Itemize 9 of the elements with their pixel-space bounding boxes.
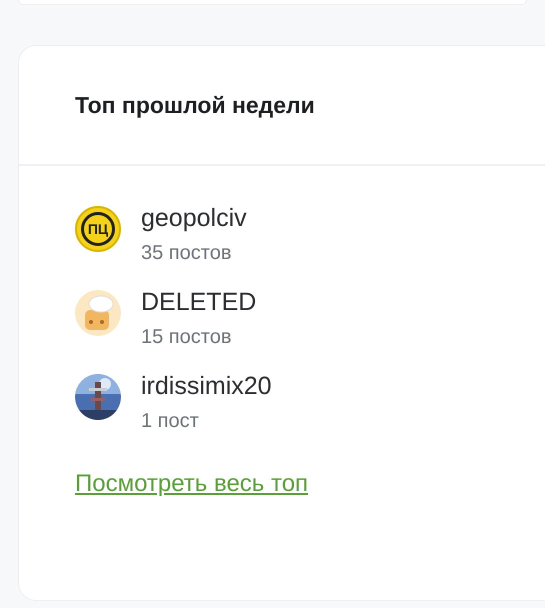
toaster-icon (75, 290, 121, 336)
user-name[interactable]: irdissimix20 (141, 370, 272, 402)
avatar-logo: ПЦ (75, 206, 121, 252)
user-name[interactable]: DELETED (141, 286, 256, 318)
card-title: Топ прошлой недели (75, 92, 315, 118)
post-count: 15 постов (141, 325, 232, 350)
post-count: 1 пост (141, 409, 200, 434)
post-count: 35 постов (141, 241, 232, 266)
user-name[interactable]: geopolciv (141, 202, 247, 234)
